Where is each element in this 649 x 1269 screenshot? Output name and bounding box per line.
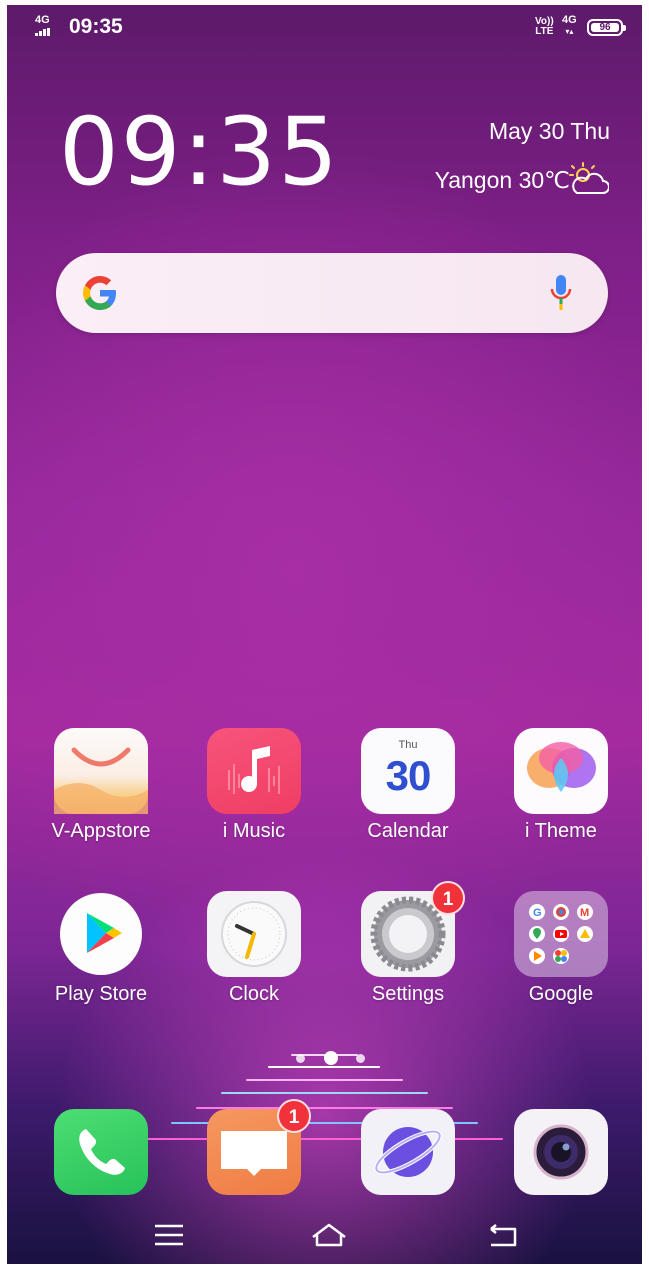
clock-widget-date[interactable]: May 30 Thu: [489, 118, 610, 145]
notification-badge: 1: [277, 1099, 311, 1133]
app-calendar[interactable]: Thu 30 Calendar: [338, 728, 478, 843]
app-label: Clock: [228, 983, 279, 1005]
google-search-bar[interactable]: [56, 253, 608, 333]
app-play-store[interactable]: Play Store: [31, 891, 171, 1006]
battery-level: 96: [591, 23, 619, 33]
settings-icon: 1: [361, 881, 465, 977]
google-g-icon: [83, 276, 116, 310]
home-icon[interactable]: [307, 1217, 351, 1253]
vappstore-icon: [54, 728, 148, 814]
app-label: Google: [528, 983, 594, 1005]
mobile-data-indicator: 4G ▾▴: [562, 14, 577, 37]
volte-indicator: Vo)) LTE: [535, 16, 554, 37]
svg-text:M: M: [580, 907, 589, 919]
app-label: V-Appstore: [51, 820, 151, 842]
status-bar: 4G 09:35 Vo)) LTE 4G ▾▴ 96: [7, 5, 642, 51]
signal-bars-icon: [35, 26, 51, 36]
clock-widget-time[interactable]: 09:35: [59, 103, 340, 203]
app-label: Settings: [371, 983, 445, 1005]
notification-badge: 1: [431, 881, 465, 915]
app-i-theme[interactable]: i Theme: [491, 728, 631, 843]
theme-icon: [514, 728, 608, 814]
app-clock[interactable]: Clock: [184, 891, 324, 1006]
phone-icon: [54, 1109, 148, 1195]
navigation-bar: [7, 1207, 642, 1264]
svg-text:G: G: [533, 907, 542, 919]
network-type-label: 4G: [35, 14, 50, 26]
home-screen: 4G 09:35 Vo)) LTE 4G ▾▴ 96 09:35 May 30 …: [7, 5, 642, 1264]
status-time: 09:35: [69, 15, 123, 38]
app-label: i Music: [222, 820, 286, 842]
app-label: Calendar: [367, 820, 449, 842]
app-google-folder[interactable]: G M Google: [491, 891, 631, 1006]
data-arrows-icon: ▾▴: [565, 27, 574, 36]
menu-icon[interactable]: [147, 1217, 191, 1253]
music-icon: [207, 728, 301, 814]
app-label: Play Store: [54, 983, 148, 1005]
dock-phone[interactable]: [31, 1109, 171, 1195]
back-icon[interactable]: [481, 1217, 525, 1253]
mic-icon[interactable]: [548, 273, 574, 313]
clock-widget-weather[interactable]: Yangon 30℃: [435, 167, 570, 194]
google-folder-icon: G M: [514, 891, 608, 977]
signal-indicator: 4G: [35, 14, 51, 36]
app-i-music[interactable]: i Music: [184, 728, 324, 843]
camera-icon: [514, 1109, 608, 1195]
battery-icon: 96: [587, 19, 626, 36]
calendar-day: Thu: [398, 739, 418, 751]
messages-icon: 1: [207, 1099, 311, 1195]
app-label: i Theme: [525, 820, 597, 842]
calendar-date: 30: [385, 752, 432, 799]
app-settings[interactable]: 1 Settings: [338, 881, 478, 1006]
dock-messages[interactable]: 1: [184, 1099, 324, 1195]
play-store-icon: [54, 891, 148, 977]
browser-icon: [361, 1109, 455, 1195]
clock-icon: [207, 891, 301, 977]
app-vappstore[interactable]: V-Appstore: [31, 728, 171, 843]
calendar-icon: Thu 30: [361, 728, 455, 814]
partly-cloudy-icon[interactable]: [567, 162, 609, 196]
dock-browser[interactable]: [338, 1109, 478, 1195]
dock-camera[interactable]: [491, 1109, 631, 1195]
